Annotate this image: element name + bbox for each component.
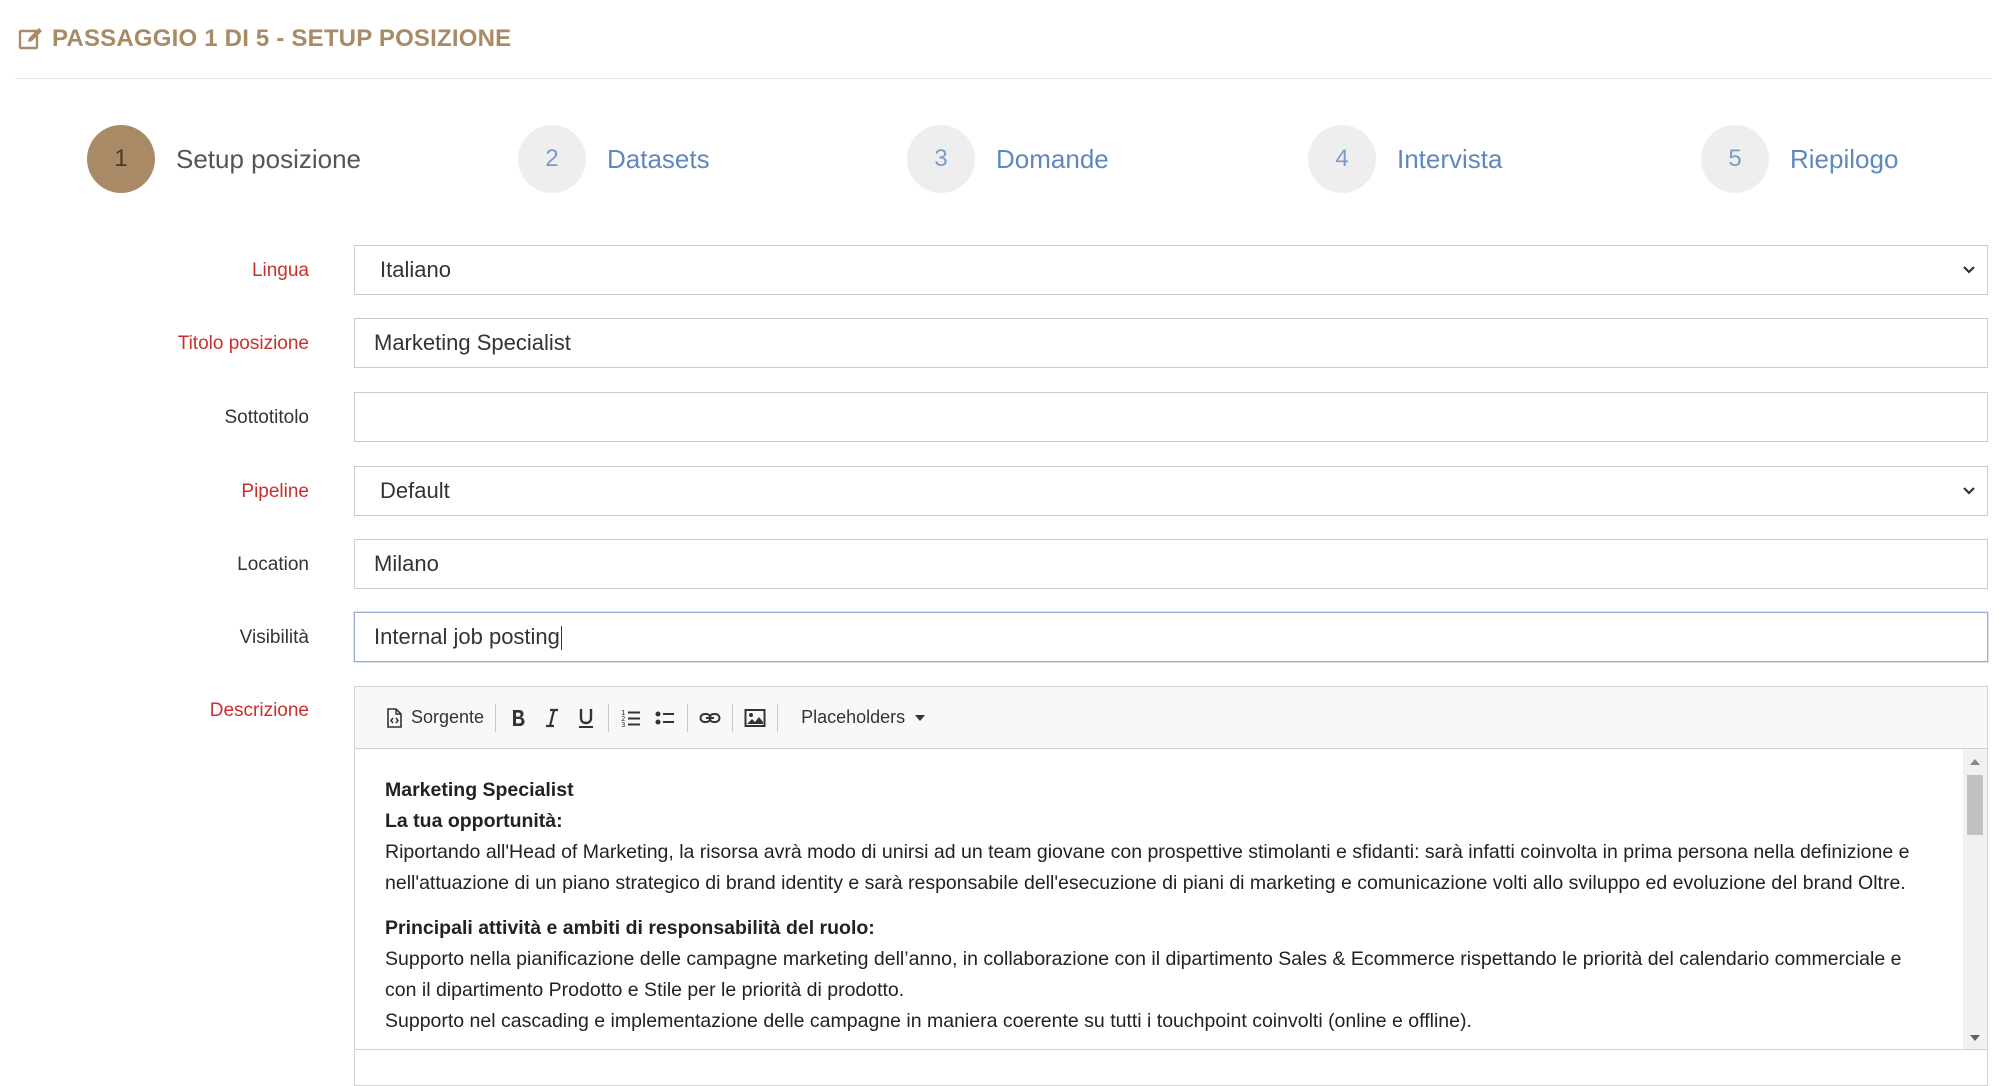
edit-icon [18,28,42,50]
lingua-select[interactable]: Italiano [354,245,1988,295]
editor-content[interactable]: Marketing Specialist La tua opportunità:… [355,749,1963,1085]
step-intervista[interactable]: 4 Intervista [1308,125,1503,193]
page-title: PASSAGGIO 1 DI 5 - SETUP POSIZIONE [52,25,512,52]
editor-scrollbar[interactable] [1963,749,1987,1049]
step-number: 5 [1701,125,1769,193]
editor-bottom-border [355,1049,1987,1050]
caret-down-icon [915,714,926,721]
step-label: Datasets [607,143,710,174]
underline-button[interactable] [569,700,603,736]
bullet-list-icon [655,711,675,724]
step-domande[interactable]: 3 Domande [907,125,1109,193]
numbered-list-icon: 1 2 3 [621,709,641,729]
form-row-location: Location Milano [0,539,2010,591]
italic-icon [546,708,559,727]
step-riepilogo[interactable]: 5 Riepilogo [1701,125,1898,193]
bullet-list-button[interactable] [648,700,682,736]
location-label: Location [237,554,309,575]
pipeline-label: Pipeline [241,481,309,502]
page-header: PASSAGGIO 1 DI 5 - SETUP POSIZIONE [18,22,511,56]
step-setup-posizione[interactable]: 1 Setup posizione [87,125,361,193]
svg-text:3: 3 [621,721,625,729]
activity-item: Supporto nella pianificazione delle camp… [385,948,1902,1001]
image-button[interactable] [738,700,772,736]
visibilita-input[interactable]: Internal job posting [354,612,1988,662]
link-button[interactable] [693,700,727,736]
location-input[interactable]: Milano [354,539,1988,589]
titolo-label: Titolo posizione [177,333,309,354]
italic-button[interactable] [535,700,569,736]
image-icon [744,708,766,727]
text-cursor [560,626,562,651]
visibilita-label: Visibilità [239,627,309,648]
activities-heading: Principali attività e ambiti di responsa… [385,917,875,939]
form-row-sottotitolo: Sottotitolo [0,392,2010,444]
step-number: 2 [518,125,586,193]
lingua-value: Italiano [380,257,451,282]
wizard-steps: 1 Setup posizione 2 Datasets 3 Domande 4… [0,125,2010,193]
step-number: 1 [87,125,155,193]
location-value: Milano [374,551,439,576]
opportunity-heading: La tua opportunità: [385,810,563,832]
toolbar-separator [608,703,610,732]
source-label: Sorgente [411,707,485,727]
activity-item: Supporto nel cascading e implementazione… [385,1010,1472,1032]
toolbar-separator [777,703,779,732]
step-label: Domande [996,143,1109,174]
placeholders-dropdown[interactable]: Placeholders [795,700,931,736]
underline-icon [579,708,594,728]
toolbar-separator [732,703,734,732]
scroll-down-icon[interactable] [1970,1035,1980,1041]
step-number: 3 [907,125,975,193]
link-icon [699,712,721,723]
step-label: Riepilogo [1790,143,1899,174]
visibilita-value: Internal job posting [374,624,560,649]
bold-icon [513,709,525,726]
source-button[interactable]: Sorgente [377,700,490,736]
scroll-up-icon[interactable] [1970,759,1980,765]
toolbar-separator [687,703,689,732]
chevron-down-icon [1963,487,1975,495]
step-number: 4 [1308,125,1376,193]
form-row-titolo: Titolo posizione Marketing Specialist [0,318,2010,370]
step-label: Intervista [1397,143,1503,174]
chevron-down-icon [1963,266,1975,274]
editor-toolbar: Sorgente 1 2 3 Placeholders [355,687,1987,749]
placeholders-label: Placeholders [801,707,906,727]
source-icon [387,707,402,728]
header-divider [15,78,1992,79]
pipeline-value: Default [380,478,450,503]
description-editor: Sorgente 1 2 3 Placeholders Marketing Sp… [354,686,1988,1086]
step-label: Setup posizione [176,143,362,174]
form-row-pipeline: Pipeline Default [0,466,2010,518]
scrollbar-thumb[interactable] [1967,775,1983,835]
step-datasets[interactable]: 2 Datasets [518,125,710,193]
content-title: Marketing Specialist [385,779,574,801]
toolbar-separator [495,703,497,732]
titolo-input[interactable]: Marketing Specialist [354,318,1988,368]
form-row-visibilita: Visibilità Internal job posting [0,612,2010,664]
sottotitolo-label: Sottotitolo [224,407,310,428]
form-row-lingua: Lingua Italiano [0,245,2010,297]
sottotitolo-input[interactable] [354,392,1988,442]
descrizione-label: Descrizione [209,700,309,721]
numbered-list-button[interactable]: 1 2 3 [614,700,648,736]
titolo-value: Marketing Specialist [374,330,571,355]
bold-button[interactable] [501,700,535,736]
opportunity-text: Riportando all'Head of Marketing, la ris… [385,841,1910,894]
lingua-label: Lingua [251,260,309,281]
pipeline-select[interactable]: Default [354,466,1988,516]
